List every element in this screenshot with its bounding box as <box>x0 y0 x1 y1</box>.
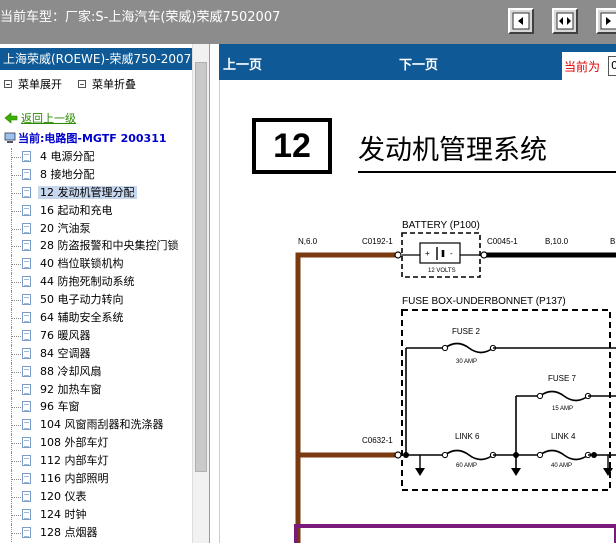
section-number: 12 <box>252 118 332 174</box>
brown-wire <box>295 252 396 543</box>
fuse2-amp: 30 AMP <box>456 359 478 365</box>
fusebox-label: FUSE BOX-UNDERBONNET (P137) <box>402 296 566 307</box>
connector-c0045: C0045-1 <box>487 237 518 246</box>
fuse7-amp: 15 AMP <box>552 406 574 412</box>
wiring-diagram <box>294 171 616 543</box>
bottom-component-box <box>294 524 616 543</box>
wire-n6-label: N,6.0 <box>298 237 318 246</box>
link4-symbol <box>539 449 589 461</box>
fuse7-label: FUSE 7 <box>548 374 577 383</box>
fuse2-label: FUSE 2 <box>452 327 481 336</box>
battery-minus: - <box>450 249 453 258</box>
wire-b10-label: B,10.0 <box>545 237 569 246</box>
fuse2-symbol <box>444 342 494 354</box>
link6-symbol <box>444 449 494 461</box>
section-title: 发动机管理系统 <box>358 135 547 166</box>
connector-c0192: C0192-1 <box>362 237 393 246</box>
fuse7-symbol <box>539 390 589 402</box>
link4-amp: 40 AMP <box>551 463 573 469</box>
wire-b-label: B <box>610 237 616 246</box>
link6-amp: 60 AMP <box>456 463 478 469</box>
battery-volts: 12 VOLTS <box>428 268 456 274</box>
link4-label: LINK 4 <box>551 432 576 441</box>
link6-label: LINK 6 <box>455 432 480 441</box>
battery-label: BATTERY (P100) <box>402 220 480 231</box>
connector-c0632: C0632-1 <box>362 436 393 445</box>
battery-plus: + <box>425 249 430 258</box>
